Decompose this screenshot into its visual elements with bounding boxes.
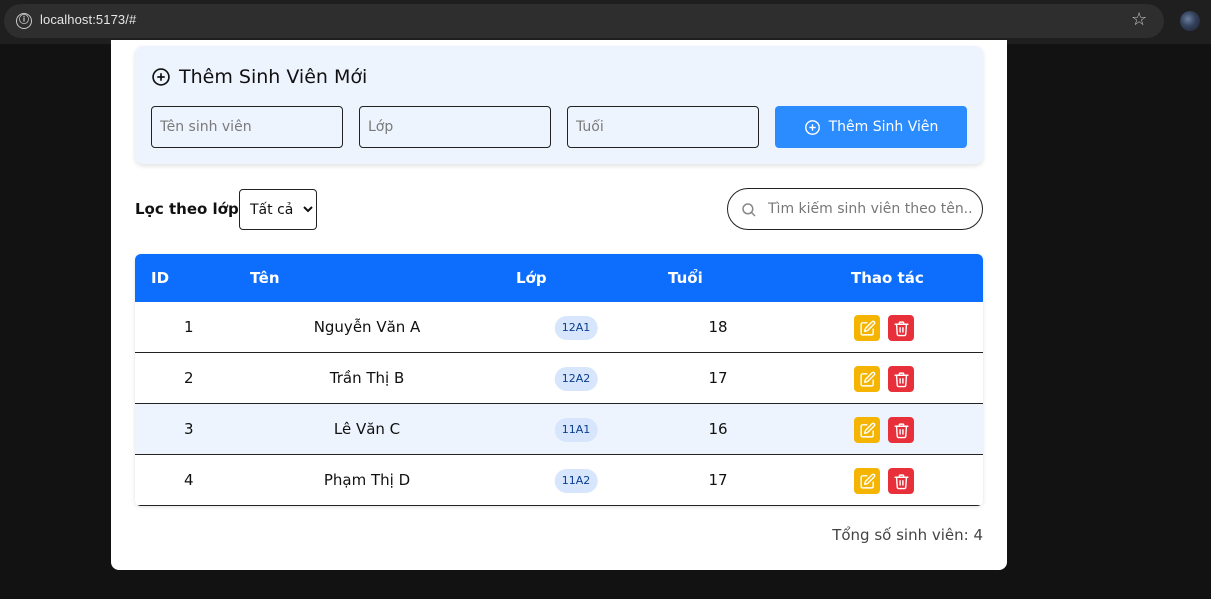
table-row: 2 Trần Thị B 12A2 17 — [135, 353, 983, 404]
cell-name: Lê Văn C — [333, 420, 401, 438]
trash-icon — [893, 371, 909, 387]
cell-age: 16 — [708, 420, 728, 438]
edit-button[interactable] — [854, 417, 880, 443]
add-student-button-label: Thêm Sinh Viên — [828, 119, 939, 135]
edit-icon — [859, 473, 875, 489]
cell-age: 18 — [708, 318, 728, 336]
header-id: ID — [151, 269, 170, 287]
delete-button[interactable] — [888, 366, 914, 392]
cell-name: Nguyễn Văn A — [313, 318, 421, 336]
url-text[interactable]: localhost:5173/# — [40, 12, 136, 27]
header-age: Tuổi — [668, 269, 703, 287]
search-input[interactable] — [766, 189, 974, 229]
edit-button[interactable] — [854, 468, 880, 494]
class-badge: 11A2 — [554, 469, 598, 493]
edit-icon — [859, 422, 875, 438]
add-student-heading: Thêm Sinh Viên Mới — [151, 66, 367, 88]
cell-name: Trần Thị B — [329, 369, 405, 387]
cell-name: Phạm Thị D — [323, 471, 411, 489]
student-class-input[interactable] — [359, 106, 551, 148]
edit-button[interactable] — [854, 366, 880, 392]
info-icon[interactable]: ⓘ — [16, 13, 32, 29]
trash-icon — [893, 473, 909, 489]
plus-circle-icon — [804, 119, 820, 135]
delete-button[interactable] — [888, 417, 914, 443]
search-icon — [742, 203, 756, 217]
table-row: 3 Lê Văn C 11A1 16 — [135, 404, 983, 455]
search-box[interactable] — [727, 188, 983, 230]
edit-icon — [859, 320, 875, 336]
class-filter-label: Lọc theo lớp: — [135, 200, 245, 218]
cell-age: 17 — [708, 471, 728, 489]
class-badge: 11A1 — [554, 418, 598, 442]
cell-age: 17 — [708, 369, 728, 387]
student-age-input[interactable] — [567, 106, 759, 148]
header-name: Tên — [250, 269, 280, 287]
trash-icon — [893, 422, 909, 438]
plus-circle-icon — [152, 68, 170, 86]
edit-button[interactable] — [854, 315, 880, 341]
bookmark-star-icon[interactable]: ☆ — [1131, 11, 1147, 29]
table-row: 1 Nguyễn Văn A 12A1 18 — [135, 302, 983, 353]
student-name-input[interactable] — [151, 106, 343, 148]
header-actions: Thao tác — [851, 269, 924, 287]
add-student-title: Thêm Sinh Viên Mới — [179, 66, 368, 88]
table-row: 4 Phạm Thị D 11A2 17 — [135, 455, 983, 506]
add-student-button[interactable]: Thêm Sinh Viên — [775, 106, 967, 148]
main-card: Thêm Sinh Viên Mới Thêm Sinh Viên Lọc th… — [111, 40, 1007, 570]
delete-button[interactable] — [888, 315, 914, 341]
add-student-panel: Thêm Sinh Viên Mới Thêm Sinh Viên — [135, 46, 983, 164]
header-class: Lớp — [516, 269, 547, 287]
trash-icon — [893, 320, 909, 336]
edit-icon — [859, 371, 875, 387]
table-header: ID Tên Lớp Tuổi Thao tác — [135, 254, 983, 302]
address-bar[interactable]: ⓘ localhost:5173/# ☆ — [4, 4, 1164, 38]
browser-toolbar: ⓘ localhost:5173/# ☆ — [0, 0, 1211, 44]
class-badge: 12A2 — [554, 367, 598, 391]
students-table: ID Tên Lớp Tuổi Thao tác 1 Nguyễn Văn A … — [135, 254, 983, 506]
delete-button[interactable] — [888, 468, 914, 494]
class-badge: 12A1 — [554, 316, 598, 340]
total-students-count: Tổng số sinh viên: 4 — [832, 526, 983, 544]
class-filter-select[interactable]: Tất cả — [239, 189, 317, 230]
profile-avatar[interactable] — [1180, 11, 1200, 31]
